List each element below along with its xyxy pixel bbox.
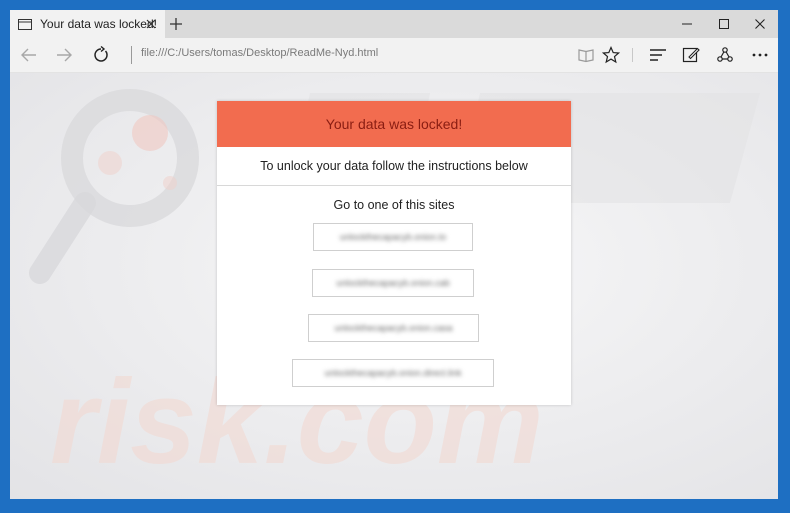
maximize-button[interactable] [706, 10, 742, 38]
address-bar[interactable]: file:///C:/Users/tomas/Desktop/ReadMe-Ny… [141, 47, 378, 59]
more-button[interactable] [749, 45, 771, 65]
site-link-4[interactable]: unlockthecapacyb.onion.direct.link [292, 359, 494, 387]
site-link-text: unlockthecapacyb.onion.direct.link [324, 368, 462, 378]
favorite-button[interactable] [600, 45, 622, 65]
site-link-2[interactable]: unlockthecapacyb.onion.cab [312, 269, 474, 297]
web-note-button[interactable] [680, 45, 702, 65]
address-separator [131, 46, 132, 64]
close-window-button[interactable] [742, 10, 778, 38]
page-icon [18, 18, 32, 30]
reading-view-button[interactable] [575, 45, 597, 65]
goto-label: Go to one of this sites [333, 198, 455, 212]
close-tab-icon[interactable] [144, 17, 158, 31]
tab-bar: Your data was locked! [10, 10, 778, 38]
back-button[interactable] [18, 45, 40, 65]
browser-window: Your data was locked! file:///C:/Users/t… [10, 10, 778, 499]
site-link-text: unlockthecapacyb.onion.cab [336, 278, 450, 288]
new-tab-button[interactable] [168, 16, 184, 32]
site-link-text: unlockthecapacyb.onion.to [339, 232, 447, 242]
toolbar-separator [632, 48, 633, 62]
site-link-1[interactable]: unlockthecapacyb.onion.to [313, 223, 473, 251]
ransom-note-card: Your data was locked! To unlock your dat… [217, 101, 571, 405]
tab-title: Your data was locked! [40, 17, 157, 31]
page-content: risk.com Your data was locked! To unlock… [10, 73, 778, 499]
instructions-text: To unlock your data follow the instructi… [217, 147, 571, 186]
site-link-3[interactable]: unlockthecapacyb.onion.casa [308, 314, 479, 342]
share-button[interactable] [714, 45, 736, 65]
refresh-button[interactable] [90, 45, 112, 65]
tab-active[interactable]: Your data was locked! [10, 10, 165, 38]
hub-button[interactable] [647, 45, 669, 65]
forward-button[interactable] [53, 45, 75, 65]
navigation-bar: file:///C:/Users/tomas/Desktop/ReadMe-Ny… [10, 38, 778, 73]
site-link-text: unlockthecapacyb.onion.casa [334, 323, 453, 333]
minimize-button[interactable] [669, 10, 705, 38]
locked-heading: Your data was locked! [217, 101, 571, 147]
